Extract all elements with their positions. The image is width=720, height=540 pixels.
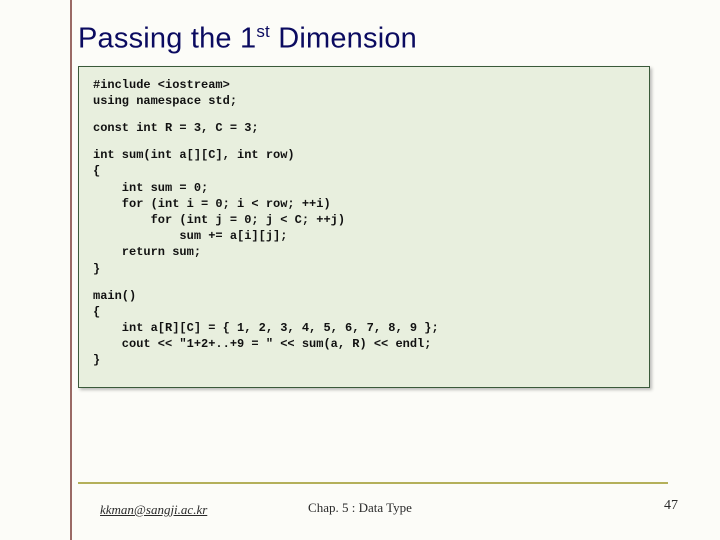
code-block-main-fn: main() { int a[R][C] = { 1, 2, 3, 4, 5, …	[93, 288, 635, 369]
slide-footer: kkman@sangji.ac.kr Chap. 5 : Data Type 4…	[0, 496, 720, 518]
footer-rule	[78, 482, 668, 484]
title-text-pre: Passing the 1	[78, 23, 256, 55]
title-superscript: st	[256, 22, 270, 41]
code-block-consts: const int R = 3, C = 3;	[93, 120, 635, 136]
footer-chapter-label: Chap. 5 : Data Type	[0, 500, 720, 516]
title-text-post: Dimension	[270, 23, 417, 55]
slide-page: Passing the 1st Dimension #include <iost…	[0, 0, 720, 540]
code-block-includes: #include <iostream> using namespace std;	[93, 77, 635, 109]
slide-title: Passing the 1st Dimension	[78, 22, 668, 56]
code-block-sum-fn: int sum(int a[][C], int row) { int sum =…	[93, 147, 635, 277]
code-box: #include <iostream> using namespace std;…	[78, 66, 650, 388]
left-margin-rule	[70, 0, 72, 540]
footer-page-number: 47	[664, 498, 678, 514]
